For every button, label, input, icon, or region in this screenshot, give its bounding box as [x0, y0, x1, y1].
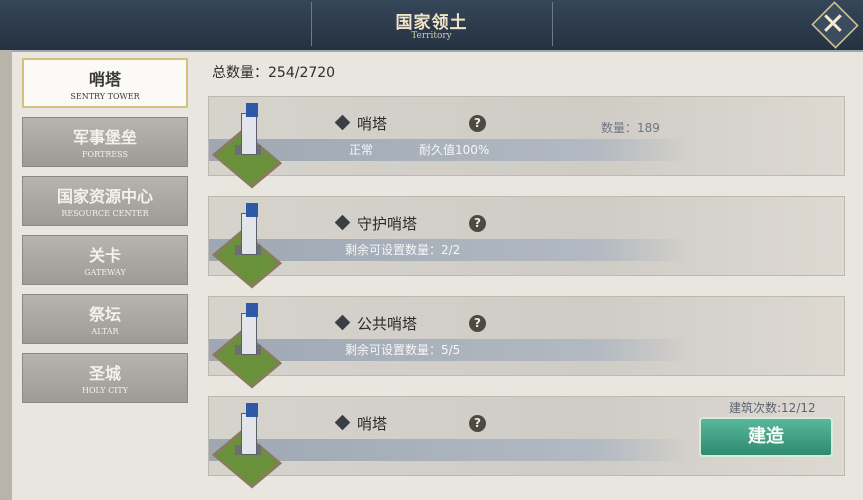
diamond-icon [334, 214, 351, 231]
sidebar-item-holy-city[interactable]: 圣城 HOLY CITY [22, 353, 188, 403]
diamond-icon [334, 114, 351, 131]
tower-count: 数量：189 [601, 121, 660, 135]
sidebar-item-label: 祭坛 [88, 305, 121, 324]
sidebar-item-resource-center[interactable]: 国家资源中心 RESOURCE CENTER [22, 176, 188, 226]
help-icon[interactable]: ? [469, 215, 486, 232]
sentry-tower-image [212, 103, 282, 189]
remaining-text: 剩余可设置数量：5/5 [345, 343, 461, 357]
durability-text: 耐久值100% [419, 143, 490, 157]
sidebar-item-label: 关卡 [88, 246, 121, 265]
sidebar-item-sentry-tower[interactable]: 哨塔 SENTRY TOWER [22, 58, 188, 108]
window-title: 国家领土 [395, 13, 468, 33]
tower-card[interactable]: 哨塔 ? 建筑次数:12/12 建造 [208, 396, 845, 489]
sidebar-item-label: 国家资源中心 [56, 187, 153, 206]
card-stripe: 剩余可设置数量：5/5 [209, 339, 689, 361]
diamond-icon [334, 314, 351, 331]
help-icon[interactable]: ? [469, 115, 486, 132]
remaining-text: 剩余可设置数量：2/2 [345, 243, 461, 257]
build-count: 建筑次数:12/12 [729, 401, 816, 415]
tower-card[interactable]: 剩余可设置数量：2/2 守护哨塔 ? [208, 196, 845, 289]
sidebar-item-sublabel: GATEWAY [84, 268, 126, 277]
diamond-icon [334, 414, 351, 431]
sidebar-item-label: 哨塔 [88, 70, 121, 89]
sidebar-item-altar[interactable]: 祭坛 ALTAR [22, 294, 188, 344]
sidebar-item-fortress[interactable]: 军事堡垒 FORTRESS [22, 117, 188, 167]
left-border [0, 50, 12, 500]
status-text: 正常 [349, 143, 374, 157]
sidebar-item-sublabel: HOLY CITY [81, 386, 129, 395]
territory-window: 国家领土 Territory ✕ 哨塔 SENTRY TOWER 军事堡垒 FO… [0, 0, 863, 500]
tower-card[interactable]: 剩余可设置数量：5/5 公共哨塔 ? [208, 296, 845, 389]
sidebar-item-sublabel: RESOURCE CENTER [61, 209, 149, 218]
sentry-tower-image [212, 403, 282, 489]
card-stripe: 正常 耐久值100% [209, 139, 689, 161]
sidebar-item-label: 军事堡垒 [72, 128, 137, 147]
sidebar-item-sublabel: ALTAR [91, 327, 119, 336]
sidebar-item-sublabel: SENTRY TOWER [70, 92, 140, 101]
total-count: 总数量：254/2720 [212, 65, 336, 81]
close-icon[interactable]: ✕ [813, 5, 853, 45]
build-button[interactable]: 建造 [699, 417, 833, 457]
content-panel: 总数量：254/2720 正常 耐久值100% 哨塔 ? 数量：189 剩余可设… [200, 50, 863, 500]
card-stripe: 剩余可设置数量：2/2 [209, 239, 689, 261]
card-stripe [209, 439, 689, 461]
sidebar-item-sublabel: FORTRESS [81, 150, 128, 159]
sidebar-item-gateway[interactable]: 关卡 GATEWAY [22, 235, 188, 285]
sidebar-item-label: 圣城 [88, 364, 121, 383]
public-tower-image [212, 303, 282, 389]
window-header: 国家领土 Territory ✕ [0, 0, 863, 52]
guard-tower-image [212, 203, 282, 289]
help-icon[interactable]: ? [469, 415, 486, 432]
help-icon[interactable]: ? [469, 315, 486, 332]
tower-card[interactable]: 正常 耐久值100% 哨塔 ? 数量：189 [208, 96, 845, 189]
window-subtitle: Territory [411, 31, 452, 41]
sidebar: 哨塔 SENTRY TOWER 军事堡垒 FORTRESS 国家资源中心 RES… [16, 58, 196, 412]
